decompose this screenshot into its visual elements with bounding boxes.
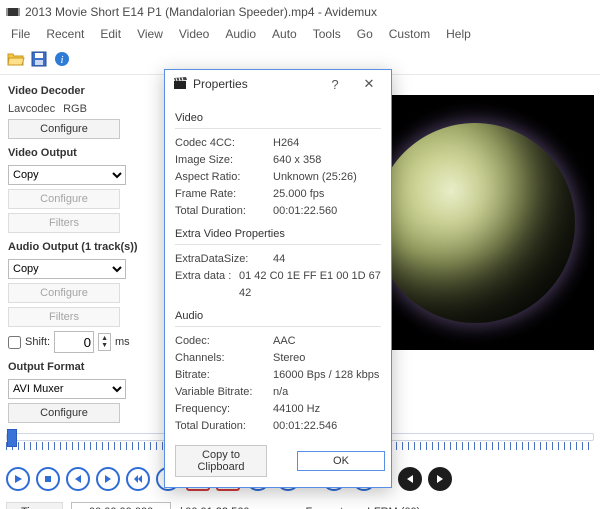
svg-text:i: i — [60, 54, 63, 66]
output-format-select[interactable]: AVI Muxer — [8, 379, 126, 399]
decoder-format-label: RGB — [63, 103, 87, 115]
acodec-label: Codec: — [175, 333, 273, 350]
output-format-heading: Output Format — [8, 361, 164, 373]
audio-output-select[interactable]: Copy — [8, 259, 126, 279]
info-icon[interactable]: i — [52, 49, 72, 69]
aspect-label: Aspect Ratio: — [175, 169, 273, 186]
next-black-frame-icon[interactable] — [428, 467, 452, 491]
video-output-heading: Video Output — [8, 147, 164, 159]
video-output-configure-button: Configure — [8, 189, 120, 209]
menu-edit[interactable]: Edit — [93, 25, 128, 43]
acodec-value: AAC — [273, 333, 381, 350]
shift-checkbox[interactable] — [8, 336, 21, 349]
window-title: 2013 Movie Short E14 P1 (Mandalorian Spe… — [25, 5, 377, 19]
audio-output-filters-button: Filters — [8, 307, 120, 327]
aduration-label: Total Duration: — [175, 418, 273, 435]
codec4cc-value: H264 — [273, 135, 381, 152]
framerate-value: 25.000 fps — [273, 186, 381, 203]
shift-unit-label: ms — [115, 336, 130, 348]
menu-go[interactable]: Go — [350, 25, 380, 43]
audio-section-heading: Audio — [175, 310, 381, 322]
menu-recent[interactable]: Recent — [39, 25, 91, 43]
image-size-label: Image Size: — [175, 152, 273, 169]
vbr-value: n/a — [273, 384, 381, 401]
properties-dialog: Properties ? ✕ Video Codec 4CC:H264 Imag… — [164, 69, 392, 488]
menu-view[interactable]: View — [130, 25, 170, 43]
vduration-value: 00:01:22.560 — [273, 203, 381, 220]
decoder-configure-button[interactable]: Configure — [8, 119, 120, 139]
vduration-label: Total Duration: — [175, 203, 273, 220]
video-output-select[interactable]: Copy — [8, 165, 126, 185]
extra-section-heading: Extra Video Properties — [175, 228, 381, 240]
sidebar: Video Decoder Lavcodec RGB Configure Vid… — [4, 79, 164, 425]
audio-output-configure-button: Configure — [8, 283, 120, 303]
time-value-input[interactable]: 00:00:00.000 — [71, 502, 171, 509]
preview-frame-image — [375, 123, 575, 323]
prev-keyframe-icon[interactable] — [126, 467, 150, 491]
menu-help[interactable]: Help — [439, 25, 478, 43]
bitrate-label: Bitrate: — [175, 367, 273, 384]
shift-label: Shift: — [25, 336, 50, 348]
aduration-value: 00:01:22.546 — [273, 418, 381, 435]
aspect-value: Unknown (25:26) — [273, 169, 381, 186]
audio-output-heading: Audio Output (1 track(s)) — [8, 241, 164, 253]
video-output-filters-button: Filters — [8, 213, 120, 233]
save-icon[interactable] — [29, 49, 49, 69]
channels-label: Channels: — [175, 350, 273, 367]
next-frame-icon[interactable] — [96, 467, 120, 491]
extrasize-label: ExtraDataSize: — [175, 251, 273, 268]
stop-icon[interactable] — [36, 467, 60, 491]
open-icon[interactable] — [6, 49, 26, 69]
app-icon — [6, 5, 20, 19]
close-icon[interactable]: ✕ — [355, 74, 383, 94]
menu-video[interactable]: Video — [172, 25, 216, 43]
decoder-codec-label: Lavcodec — [8, 103, 55, 115]
image-size-value: 640 x 358 — [273, 152, 381, 169]
status-bar: Time: 00:00:00.000 / 00:01:22.560 Frame … — [6, 499, 594, 509]
time-label: Time: — [6, 502, 63, 509]
help-icon[interactable]: ? — [321, 74, 349, 94]
menu-custom[interactable]: Custom — [382, 25, 437, 43]
timeline-thumb[interactable] — [7, 429, 17, 447]
framerate-label: Frame Rate: — [175, 186, 273, 203]
freq-value: 44100 Hz — [273, 401, 381, 418]
copy-clipboard-button[interactable]: Copy to Clipboard — [175, 445, 267, 477]
extradata-label: Extra data : — [175, 268, 239, 302]
bitrate-value: 16000 Bps / 128 kbps — [273, 367, 381, 384]
prev-frame-icon[interactable] — [66, 467, 90, 491]
extrasize-value: 44 — [273, 251, 381, 268]
freq-label: Frequency: — [175, 401, 273, 418]
clapboard-icon — [173, 76, 187, 93]
dialog-titlebar[interactable]: Properties ? ✕ — [165, 70, 391, 98]
menubar: File Recent Edit View Video Audio Auto T… — [0, 24, 600, 44]
channels-value: Stereo — [273, 350, 381, 367]
titlebar: 2013 Movie Short E14 P1 (Mandalorian Spe… — [0, 0, 600, 24]
content: Video Decoder Lavcodec RGB Configure Vid… — [0, 75, 600, 509]
shift-value-input[interactable] — [54, 331, 94, 353]
dialog-title: Properties — [193, 77, 248, 91]
ok-button[interactable]: OK — [297, 451, 385, 471]
menu-auto[interactable]: Auto — [265, 25, 304, 43]
vbr-label: Variable Bitrate: — [175, 384, 273, 401]
output-format-configure-button[interactable]: Configure — [8, 403, 120, 423]
main-window: 2013 Movie Short E14 P1 (Mandalorian Spe… — [0, 0, 600, 509]
video-section-heading: Video — [175, 112, 381, 124]
menu-file[interactable]: File — [4, 25, 37, 43]
menu-audio[interactable]: Audio — [218, 25, 263, 43]
menu-tools[interactable]: Tools — [306, 25, 348, 43]
extradata-value: 01 42 C0 1E FF E1 00 1D 67 42 — [239, 268, 381, 302]
video-decoder-heading: Video Decoder — [8, 85, 164, 97]
spinner-icon[interactable]: ▲▼ — [98, 333, 111, 351]
prev-black-frame-icon[interactable] — [398, 467, 422, 491]
codec4cc-label: Codec 4CC: — [175, 135, 273, 152]
play-icon[interactable] — [6, 467, 30, 491]
